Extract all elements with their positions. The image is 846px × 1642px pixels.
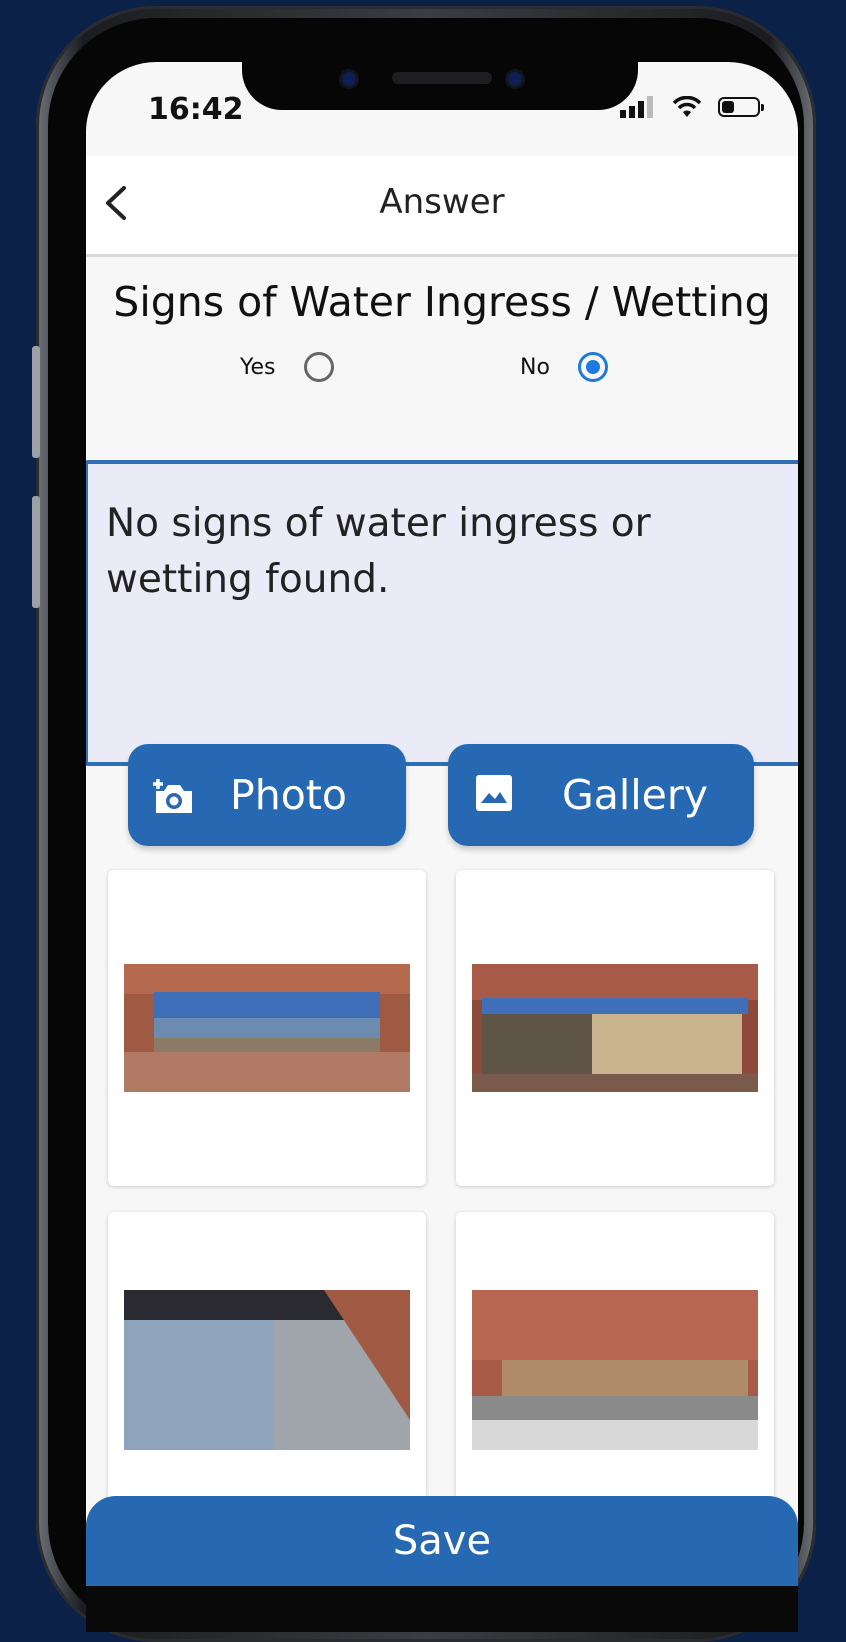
app-screen: 16:42 Answer Signs of Water Ingress / We… [86,62,798,1632]
cellular-signal-icon [620,96,653,118]
front-camera-icon [342,72,356,86]
battery-icon [718,97,764,117]
sensor-icon [508,72,522,86]
status-time: 16:42 [148,92,244,127]
photo-card-2[interactable] [456,870,774,1186]
radio-option-no[interactable]: No [520,352,608,382]
header: Answer [86,156,798,257]
answer-text-field[interactable]: No signs of water ingress or wetting fou… [86,460,798,766]
gallery-button-label: Gallery [562,771,709,819]
header-title: Answer [379,182,505,222]
cargo-photo-4[interactable] [472,1290,758,1450]
radio-button-no[interactable] [577,352,608,382]
mute-switch [32,346,40,458]
cargo-photo-2[interactable] [472,964,758,1092]
photo-card-3[interactable] [108,1212,426,1528]
add-camera-icon [152,775,194,815]
photo-button-label: Photo [230,771,347,819]
volume-button [32,496,40,608]
notch [242,62,638,110]
cargo-photo-3[interactable] [124,1290,410,1450]
save-button[interactable]: Save [86,1496,798,1586]
status-icons [620,96,764,118]
radio-label-no: No [520,354,550,380]
radio-label-yes: Yes [240,354,276,380]
gallery-button[interactable]: Gallery [448,744,754,846]
photo-button[interactable]: Photo [128,744,406,846]
radio-button-yes[interactable] [303,352,334,382]
wifi-icon [672,96,702,117]
photo-card-4[interactable] [456,1212,774,1528]
home-indicator-area [86,1586,798,1632]
cargo-photo-1[interactable] [124,964,410,1092]
question-title: Signs of Water Ingress / Wetting [113,278,771,326]
photo-card-1[interactable] [108,870,426,1186]
speaker-grille [392,72,492,84]
radio-option-yes[interactable]: Yes [240,352,334,382]
image-icon [476,775,518,815]
